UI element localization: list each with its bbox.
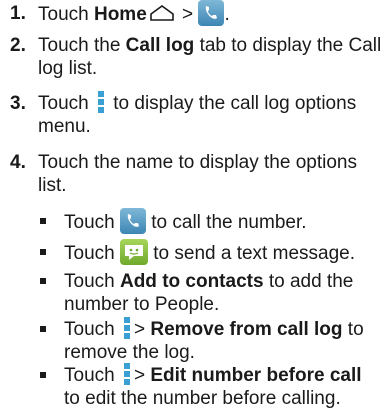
sub-item-text-part: to send a text message. (147, 243, 355, 265)
bullet-icon (40, 218, 46, 224)
step-text-bold: Home (93, 4, 147, 26)
sub-item-text-bold: Add to contacts (119, 271, 264, 292)
step-number: 2. (10, 35, 26, 56)
step-text-part: > (176, 4, 199, 26)
step-text-part: . (224, 4, 230, 26)
sub-item-text-bold: Edit number before call (150, 365, 362, 386)
step-number: 4. (10, 152, 26, 173)
sub-item-text-part: to call the number. (145, 212, 307, 234)
phone-icon (119, 208, 146, 234)
sub-item-text-part: Touch (64, 271, 120, 292)
sub-item-text-bold: Remove from call log (150, 319, 343, 340)
step-text: Touch to display the call log options me… (38, 90, 382, 138)
step-text: Touch Home > . (38, 0, 382, 28)
bullet-icon (40, 278, 46, 284)
step-number: 3. (10, 93, 26, 114)
menu-icon (123, 362, 131, 385)
menu-icon (97, 90, 105, 113)
sub-item-text: Touch Add to contacts to add the number … (64, 270, 382, 316)
bullet-icon (40, 372, 46, 378)
phone-icon (198, 0, 225, 26)
sub-item-text: Touch to call the number. (64, 208, 382, 236)
sub-item-text-part: Touch (64, 319, 120, 340)
sub-item-text-part: Touch (64, 212, 120, 234)
step-text-part: Touch (38, 4, 94, 26)
step-text-bold: Call log (125, 35, 195, 56)
bullet-icon (40, 326, 46, 332)
sub-item-text-part: > (133, 319, 151, 340)
home-icon (149, 4, 175, 22)
menu-icon (123, 316, 131, 339)
sub-item-text: Touch to send a text message. (64, 239, 382, 267)
step-text-part: Touch the (38, 35, 126, 56)
sub-item-text: Touch > Edit number before call to edit … (64, 362, 382, 410)
message-icon (119, 239, 148, 265)
step-text: Touch the name to display the options li… (38, 152, 357, 196)
sub-item-text-part: > (133, 365, 151, 386)
step-text: Touch the Call log tab to display the Ca… (38, 34, 382, 80)
bullet-icon (40, 249, 46, 255)
sub-item-text: Touch > Remove from call log to remove t… (64, 316, 382, 364)
sub-item-text-part: Touch (64, 243, 120, 265)
step-number: 1. (10, 3, 26, 24)
sub-item-text-part: to edit the number before calling. (64, 388, 341, 409)
step-text-part: Touch (38, 93, 94, 114)
sub-item-text-part: Touch (64, 365, 120, 386)
